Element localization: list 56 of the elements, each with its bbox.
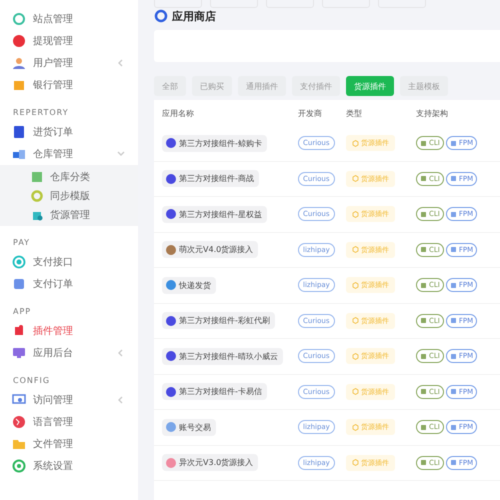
column-header: 开发商 — [298, 108, 323, 118]
folder-icon — [12, 437, 26, 451]
sidebar-item[interactable]: 插件管理 — [0, 320, 138, 342]
submenu-item[interactable]: 货源管理 — [0, 205, 138, 224]
sidebar-item[interactable]: 系统设置 — [0, 455, 138, 477]
hexagon-icon — [352, 175, 359, 182]
section-label: PAY — [12, 237, 32, 249]
circle-icon — [12, 34, 26, 48]
column-header: 应用名称 — [162, 108, 195, 118]
person-icon — [12, 56, 26, 70]
sidebar-item[interactable]: 站点管理 — [0, 8, 138, 30]
sidebar-item[interactable]: 文件管理 — [0, 433, 138, 455]
sidebar-item[interactable]: 进货订单 — [0, 121, 138, 143]
hexagon-icon — [352, 282, 359, 289]
app-name-chip[interactable]: 第三方对接组件-鲸购卡 — [162, 134, 267, 152]
sidebar-item[interactable]: 仓库管理 — [0, 143, 138, 165]
section-label: REPERTORY — [12, 107, 70, 119]
hexagon-icon — [352, 140, 359, 147]
app-name-chip[interactable]: 第三方对接组件-星权益 — [162, 206, 267, 223]
app-name-chip[interactable]: 第三方对接组件-卡易信 — [162, 383, 267, 400]
sidebar-item[interactable]: 银行管理 — [0, 74, 138, 96]
column-header: 类型 — [346, 108, 363, 118]
sidebar-item[interactable]: 提现管理 — [0, 30, 138, 52]
monitor-icon — [12, 393, 26, 407]
ring-icon — [12, 12, 26, 26]
app-name-chip[interactable]: 账号交易 — [162, 418, 216, 436]
target-icon — [12, 255, 26, 269]
sidebar-item[interactable]: 支付接口 — [0, 251, 138, 273]
app-name-chip[interactable]: 第三方对接组件-彩虹代刷 — [162, 312, 275, 330]
page-title: 应用商店 — [172, 8, 216, 24]
app-name-chip[interactable]: 第三方对接组件-晴玖小威云 — [162, 348, 283, 365]
sidebar-item[interactable]: 用户管理 — [0, 52, 138, 74]
monitor-icon — [12, 346, 26, 360]
sidebar-item[interactable]: 应用后台 — [0, 342, 138, 364]
hexagon-icon — [352, 424, 359, 431]
hexagon-icon — [352, 317, 359, 324]
hexagon-icon — [352, 388, 359, 396]
sidebar-item[interactable]: 支付订单 — [0, 273, 138, 295]
sidebar-item[interactable]: 访问管理 — [0, 389, 138, 411]
app-name-chip[interactable]: 第三方对接组件-商战 — [162, 170, 259, 188]
hexagon-icon — [352, 352, 359, 360]
app-name-chip[interactable]: 异次元V3.0货源接入 — [162, 454, 258, 472]
square-icon — [30, 170, 44, 184]
section-label: CONFIG — [12, 375, 52, 387]
hexagon-icon — [352, 210, 359, 218]
column-header: 支持架构 — [416, 108, 449, 118]
sidebar-item[interactable]: 语言管理 — [0, 411, 138, 433]
app-name-chip[interactable]: 快递发货 — [162, 276, 216, 294]
boxes-icon — [12, 147, 26, 161]
submenu-item[interactable]: 同步模版 — [0, 186, 138, 205]
submenu-item[interactable]: 仓库分类 — [0, 167, 138, 186]
app-name-chip[interactable]: 萌次元V4.0货源接入 — [162, 241, 258, 258]
hexagon-icon — [352, 459, 359, 466]
ring-icon — [30, 188, 44, 202]
section-label: APP — [12, 306, 32, 318]
hexagon-icon — [352, 246, 359, 254]
